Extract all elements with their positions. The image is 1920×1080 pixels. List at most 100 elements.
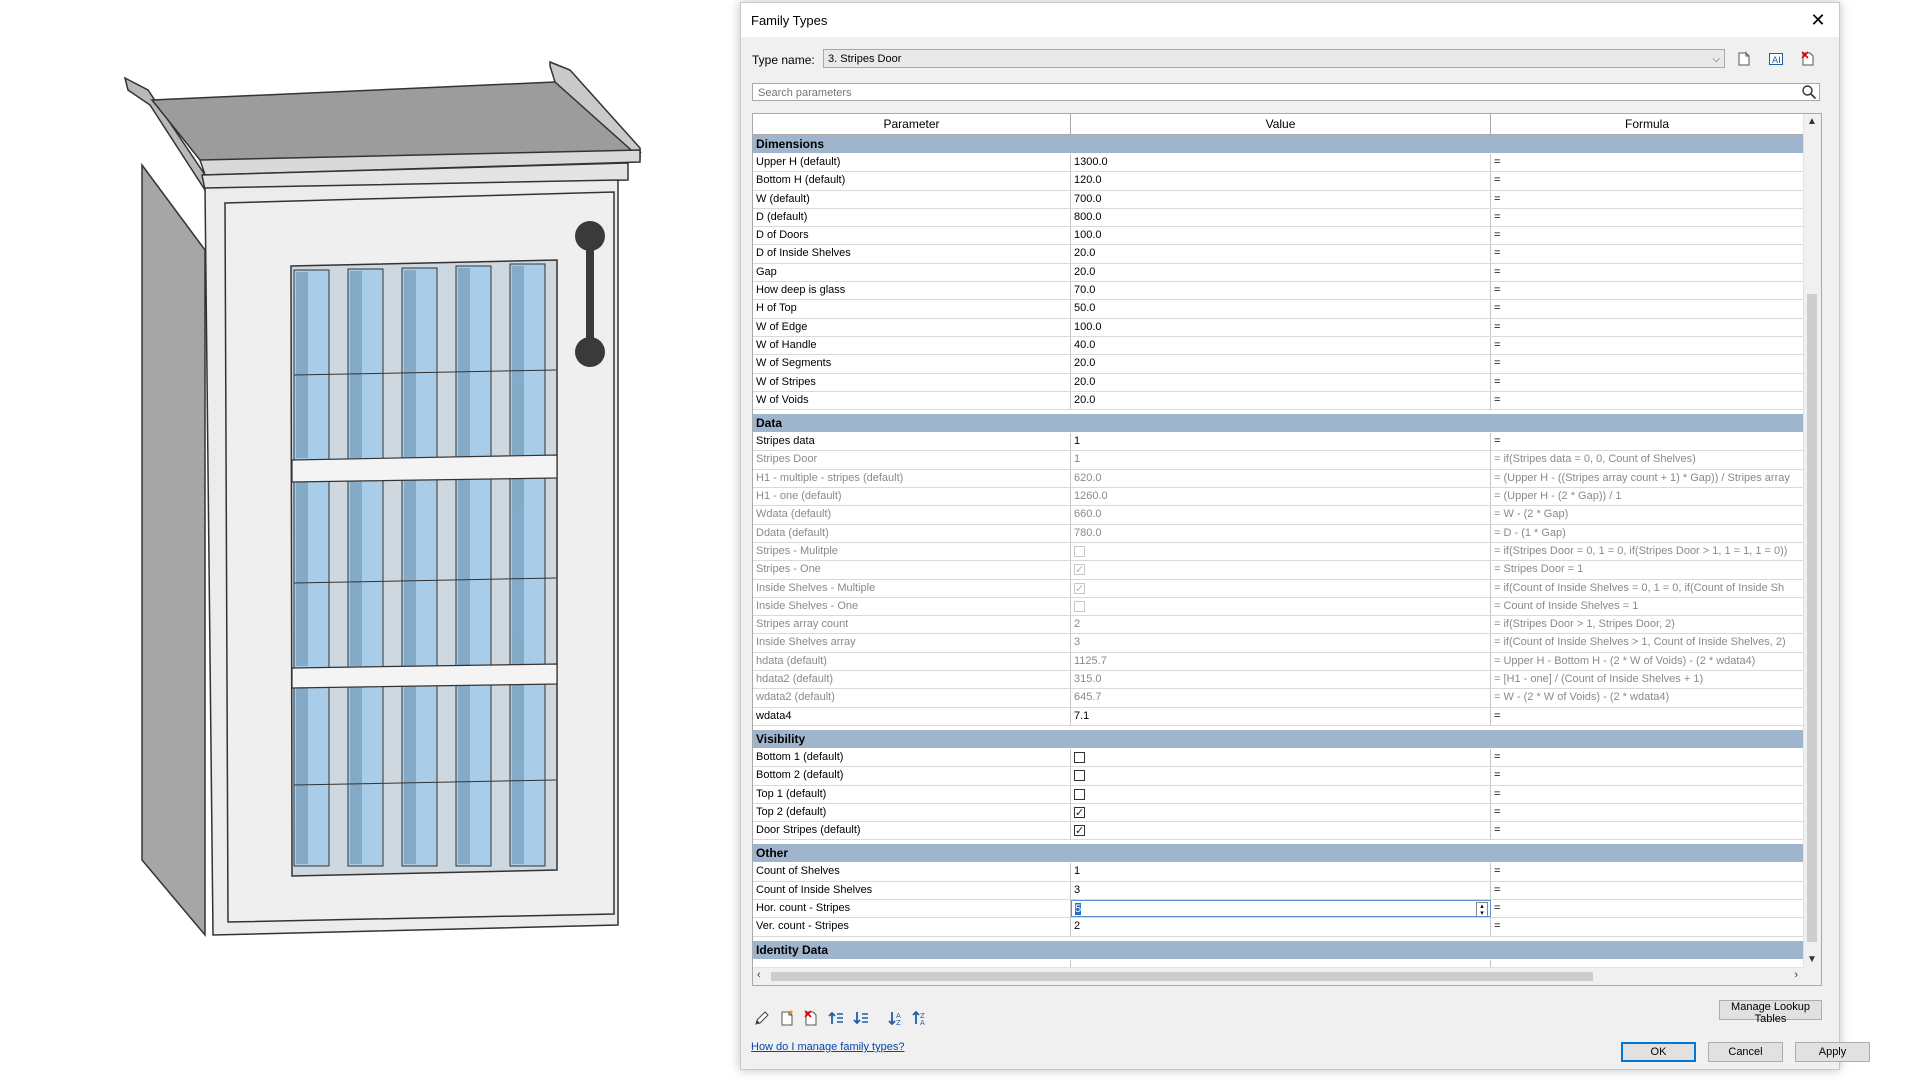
parameter-value-cell[interactable] <box>1071 803 1491 822</box>
table-row[interactable]: hdata (default) 1125.7 = Upper H - Bottom … <box>753 652 1803 672</box>
parameter-name-cell[interactable]: Gap <box>753 263 1071 282</box>
parameter-value-cell[interactable]: 2 <box>1071 616 1491 634</box>
parameter-formula-cell[interactable]: = <box>1491 749 1803 766</box>
rename-type-icon[interactable]: AI <box>1765 49 1787 69</box>
parameter-name-cell[interactable]: wdata4 <box>753 707 1071 725</box>
parameter-formula-cell[interactable]: = W - (2 * W of Voids) - (2 * wdata4) <box>1491 689 1803 706</box>
parameter-value-cell[interactable]: 3 <box>1071 634 1491 652</box>
parameter-value-cell[interactable]: 20.0 <box>1071 355 1491 373</box>
parameter-value-cell[interactable]: 3 <box>1071 881 1491 899</box>
parameter-formula-cell[interactable]: = (Upper H - ((Stripes array count + 1) … <box>1491 470 1803 487</box>
parameter-value-cell[interactable] <box>1071 597 1491 616</box>
table-row[interactable]: H1 - multiple - stripes (default) 620.0 = … <box>753 469 1803 489</box>
table-row[interactable]: wdata2 (default) 645.7 = W - (2 * W of Voi… <box>753 689 1803 708</box>
parameter-name-cell[interactable]: W of Segments <box>753 355 1071 373</box>
parameter-name-cell[interactable]: Top 1 (default) <box>753 785 1071 803</box>
table-row[interactable]: Gap 20.0 = <box>753 263 1803 283</box>
parameter-name-cell[interactable]: Ddata (default) <box>753 524 1071 542</box>
parameter-name-cell[interactable]: Hor. count - Stripes <box>753 899 1071 918</box>
parameter-formula-cell[interactable]: = <box>1491 154 1803 171</box>
parameter-value-cell[interactable]: 645.7 <box>1071 689 1491 707</box>
parameter-name-cell[interactable]: Stripes - Mulitple <box>753 542 1071 561</box>
table-row[interactable]: W of Voids 20.0 = <box>753 391 1803 411</box>
checkbox-unchecked[interactable] <box>1074 751 1085 763</box>
parameter-formula-cell[interactable]: = <box>1491 245 1803 262</box>
parameter-value-cell[interactable]: 100.0 <box>1071 318 1491 336</box>
parameter-name-cell[interactable]: Ver. count - Stripes <box>753 918 1071 936</box>
table-row[interactable]: Stripes - Mulitple = if(Stripes Door = 0,… <box>753 542 1803 562</box>
scroll-right-icon[interactable]: › <box>1794 969 1798 981</box>
parameter-formula-cell[interactable]: = if(Stripes Door > 1, Stripes Door, 2) <box>1491 616 1803 633</box>
parameter-value-cell[interactable] <box>1071 748 1491 767</box>
parameter-formula-cell[interactable]: = <box>1491 882 1803 899</box>
table-row[interactable]: Bottom 2 (default) = <box>753 767 1803 786</box>
parameter-formula-cell[interactable]: = (Upper H - (2 * Gap)) / 1 <box>1491 488 1803 505</box>
parameter-name-cell[interactable]: Upper H (default) <box>753 154 1071 172</box>
parameter-name-cell[interactable]: D (default) <box>753 208 1071 227</box>
sort-descending-icon[interactable]: ZA <box>909 1008 931 1028</box>
title-bar[interactable]: Family Types ✕ <box>741 3 1839 37</box>
table-row[interactable]: Ddata (default) 780.0 = D - (1 * Gap) <box>753 524 1803 543</box>
search-input[interactable] <box>756 85 1790 101</box>
parameter-value-cell[interactable]: 20.0 <box>1071 245 1491 263</box>
table-row[interactable]: H1 - one (default) 1260.0 = (Upper H - (2 … <box>753 488 1803 507</box>
table-row[interactable]: How deep is glass 70.0 = <box>753 282 1803 301</box>
parameter-formula-cell[interactable]: = <box>1491 227 1803 244</box>
search-box[interactable] <box>752 83 1820 101</box>
new-parameter-icon[interactable] <box>776 1008 798 1028</box>
parameter-value-cell[interactable]: 700.0 <box>1071 190 1491 208</box>
table-row[interactable]: D (default) 800.0 = <box>753 208 1803 228</box>
parameter-formula-cell[interactable]: = <box>1491 209 1803 226</box>
parameter-name-cell[interactable]: Inside Shelves array <box>753 634 1071 652</box>
parameter-value-cell[interactable]: 1260.0 <box>1071 488 1491 506</box>
parameter-name-cell[interactable]: Count of Inside Shelves <box>753 881 1071 899</box>
table-row[interactable]: Stripes Door 1 = if(Stripes data = 0, 0, C… <box>753 451 1803 470</box>
new-type-icon[interactable] <box>1733 49 1755 69</box>
parameter-formula-cell[interactable]: = Stripes Door = 1 <box>1491 561 1803 578</box>
parameter-formula-cell[interactable]: = <box>1491 433 1803 450</box>
parameter-value-cell[interactable]: 70.0 <box>1071 282 1491 300</box>
checkbox-unchecked[interactable] <box>1074 788 1085 800</box>
parameter-value-cell[interactable]: 2 <box>1071 918 1491 936</box>
parameter-value-cell[interactable] <box>1071 561 1491 579</box>
table-row[interactable]: Top 1 (default) = <box>753 785 1803 804</box>
delete-type-icon[interactable] <box>1797 49 1819 69</box>
parameter-value-cell[interactable]: 40.0 <box>1071 336 1491 355</box>
column-header-value[interactable]: Value <box>1071 114 1491 134</box>
checkbox-checked[interactable] <box>1074 581 1085 597</box>
parameter-formula-cell[interactable]: = <box>1491 374 1803 391</box>
parameter-value-cell[interactable]: 5 ▴ ▾ <box>1071 899 1491 918</box>
parameter-formula-cell[interactable]: = Upper H - Bottom H - (2 * W of Voids) … <box>1491 653 1803 670</box>
table-row[interactable]: wdata4 7.1 = <box>753 707 1803 726</box>
table-row[interactable]: D of Doors 100.0 = <box>753 227 1803 246</box>
checkbox-checked[interactable] <box>1074 805 1085 821</box>
table-row[interactable]: H of Top 50.0 = <box>753 300 1803 319</box>
cancel-button[interactable]: Cancel <box>1708 1042 1783 1062</box>
parameter-formula-cell[interactable]: = <box>1491 355 1803 372</box>
group-header[interactable]: Data <box>753 414 1803 434</box>
parameter-name-cell[interactable]: Stripes array count <box>753 616 1071 634</box>
table-row[interactable]: Upper H (default) 1300.0 = <box>753 154 1803 173</box>
group-header[interactable]: Visibility <box>753 729 1803 749</box>
parameter-formula-cell[interactable]: = <box>1491 804 1803 821</box>
parameter-name-cell[interactable]: Inside Shelves - Multiple <box>753 579 1071 597</box>
vertical-scroll-thumb[interactable] <box>1807 294 1817 942</box>
table-row[interactable]: Count of Shelves 1 = <box>753 863 1803 882</box>
parameter-name-cell[interactable]: wdata2 (default) <box>753 689 1071 707</box>
parameter-formula-cell[interactable]: = <box>1491 918 1803 935</box>
parameter-value-cell[interactable] <box>1071 767 1491 785</box>
horizontal-scrollbar[interactable]: ‹ › <box>753 967 1804 985</box>
table-row[interactable]: W (default) 700.0 = <box>753 190 1803 209</box>
parameter-value-cell[interactable]: 50.0 <box>1071 300 1491 318</box>
parameter-value-cell[interactable]: 20.0 <box>1071 373 1491 391</box>
parameter-formula-cell[interactable]: = if(Count of Inside Shelves = 0, 1 = 0,… <box>1491 580 1803 597</box>
parameter-value-cell[interactable]: 1125.7 <box>1071 652 1491 671</box>
parameter-name-cell[interactable]: Door Stripes (default) <box>753 822 1071 840</box>
table-row[interactable]: Bottom 1 (default) = <box>753 748 1803 768</box>
parameter-formula-cell[interactable]: = <box>1491 282 1803 299</box>
search-icon[interactable] <box>1801 84 1817 100</box>
parameter-value-cell[interactable]: 20.0 <box>1071 391 1491 410</box>
table-row[interactable]: W of Handle 40.0 = <box>753 336 1803 356</box>
parameter-value-cell[interactable] <box>1071 785 1491 803</box>
parameter-formula-cell[interactable]: = <box>1491 822 1803 839</box>
